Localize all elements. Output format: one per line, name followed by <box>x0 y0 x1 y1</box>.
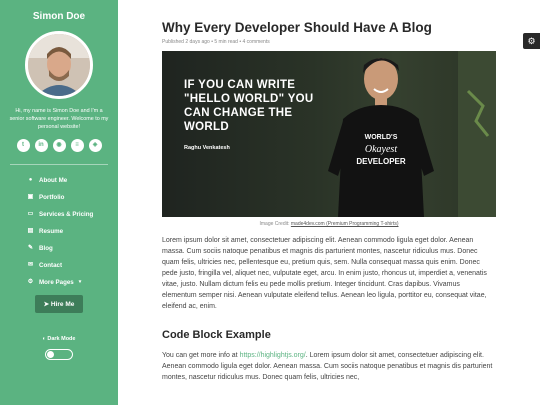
credit-prefix: Image Credit: <box>259 221 291 227</box>
main-content: Why Every Developer Should Have A Blog P… <box>162 0 496 383</box>
shirt-text-3: DEVELOPER <box>356 157 406 166</box>
quote-line: IF YOU CAN WRITE <box>184 79 296 91</box>
credit-link[interactable]: made4dev.com (Premium Programming T-shir… <box>291 221 399 227</box>
adjust-icon: ◐ <box>42 336 46 342</box>
laptop-code-icon: ▭ <box>27 211 34 217</box>
hero-quote: IF YOU CAN WRITE "HELLO WORLD" YOU CAN C… <box>184 78 314 134</box>
nav-label: Services & Pricing <box>39 211 94 218</box>
dark-mode-toggle[interactable] <box>45 349 73 360</box>
briefcase-icon: ▣ <box>27 194 34 200</box>
highlightjs-link[interactable]: https://highlightjs.org/ <box>240 352 306 359</box>
envelope-icon: ✉ <box>27 262 34 268</box>
nav-item-about[interactable]: ● About Me <box>27 172 118 189</box>
github-icon[interactable]: ◉ <box>52 139 66 152</box>
paragraph-1: Lorem ipsum dolor sit amet, consectetuer… <box>162 237 487 310</box>
quote-line: WORLD <box>184 121 229 133</box>
p2-prefix: You can get more info at <box>162 352 240 359</box>
nav-label: Contact <box>39 262 63 269</box>
toggle-knob <box>47 351 54 358</box>
section-heading: Code Block Example <box>162 329 271 341</box>
nav-item-services[interactable]: ▭ Services & Pricing <box>27 206 118 223</box>
dark-mode-text: Dark Mode <box>47 336 76 342</box>
codepen-icon[interactable]: ◈ <box>88 139 102 152</box>
shirt-text-1: WORLD'S <box>365 134 398 141</box>
stackoverflow-icon[interactable]: ≡ <box>70 139 84 152</box>
social-links: t in ◉ ≡ ◈ <box>0 139 118 152</box>
nav-item-resume[interactable]: ▤ Resume <box>27 223 118 240</box>
file-icon: ▤ <box>27 228 34 234</box>
main-nav: ● About Me ▣ Portfolio ▭ Services & Pricing… <box>0 172 118 291</box>
bio-text: Hi, my name is Simon Doe and I'm a senio… <box>9 108 109 130</box>
paragraph-2: You can get more info at https://highlig… <box>162 350 496 383</box>
blog-icon: ✎ <box>27 245 34 251</box>
dark-mode-label: ◐ Dark Mode <box>0 336 118 342</box>
site-name[interactable]: Simon Doe <box>0 11 118 22</box>
linkedin-icon[interactable]: in <box>34 139 48 152</box>
nav-label: Resume <box>39 228 64 235</box>
nav-label: Portfolio <box>39 194 65 201</box>
chevron-down-icon: ▾ <box>78 279 82 285</box>
nav-item-blog[interactable]: ✎ Blog <box>27 240 118 257</box>
paper-plane-icon: ➤ <box>43 301 50 308</box>
nav-label: Blog <box>39 245 53 252</box>
avatar <box>25 31 93 99</box>
quote-line: "HELLO WORLD" YOU <box>184 93 314 105</box>
hero-author: Raghu Venkatesh <box>184 145 230 151</box>
twitter-icon[interactable]: t <box>16 139 30 152</box>
shirt-text-2: Okayest <box>365 144 397 155</box>
hire-me-label: Hire Me <box>50 301 75 308</box>
quote-line: CAN CHANGE THE <box>184 107 293 119</box>
gear-icon[interactable]: ⚙ <box>523 33 540 49</box>
image-credit: Image Credit: made4dev.com (Premium Prog… <box>162 221 496 227</box>
sidebar-divider <box>10 164 108 165</box>
nav-label: About Me <box>39 177 68 184</box>
post-title: Why Every Developer Should Have A Blog <box>162 20 432 35</box>
nav-label: More Pages <box>39 279 74 286</box>
hero-image: IF YOU CAN WRITE "HELLO WORLD" YOU CAN C… <box>162 51 496 217</box>
nav-item-contact[interactable]: ✉ Contact <box>27 257 118 274</box>
post-meta: Published 2 days ago • 5 min read • 4 co… <box>162 39 270 45</box>
user-icon: ● <box>28 177 33 183</box>
hire-me-button[interactable]: ➤ Hire Me <box>34 295 84 313</box>
person-illustration: WORLD'S Okayest DEVELOPER <box>328 51 496 217</box>
nav-item-more-pages[interactable]: ⚙ More Pages ▾ <box>27 274 118 291</box>
nav-item-portfolio[interactable]: ▣ Portfolio <box>27 189 118 206</box>
cogs-icon: ⚙ <box>27 279 34 285</box>
sidebar: Simon Doe Hi, my name is Simon Doe and I… <box>0 0 118 405</box>
